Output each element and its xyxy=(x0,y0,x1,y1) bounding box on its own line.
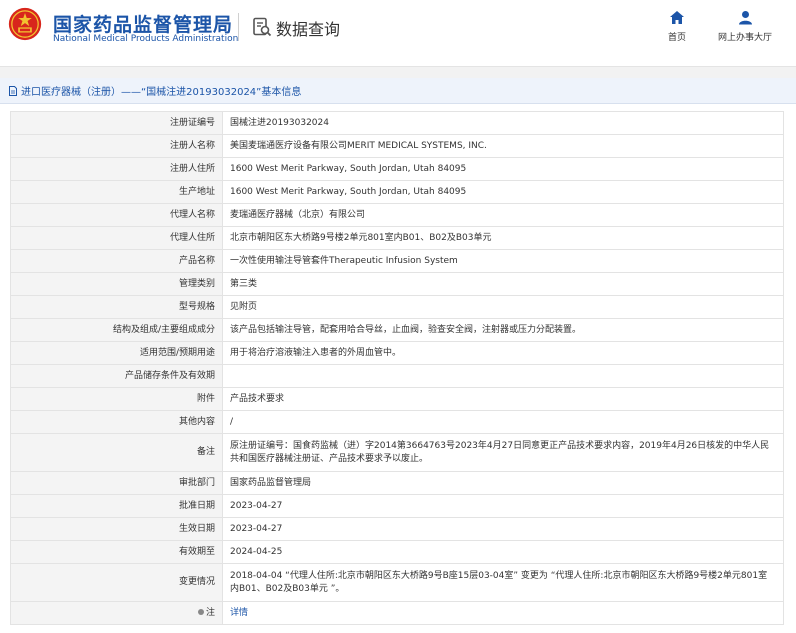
table-row: 备注 原注册证编号：国食药监械（进）字2014第3664763号2023年4月27… xyxy=(10,433,784,472)
record-table-body: 注册证编号 国械注进20193032024 注册人名称 美国麦瑞通医疗设备有限公司M… xyxy=(10,111,784,625)
field-label: 注册人住所 xyxy=(10,157,223,181)
header-divider xyxy=(238,13,239,41)
table-row: 注册人住所 1600 West Merit Parkway, South Jord… xyxy=(10,157,784,181)
table-row: 产品名称 一次性使用输注导管套件Therapeutic Infusion Syst… xyxy=(10,249,784,273)
table-row: 变更情况 2018-04-04 “代理人住所:北京市朝阳区东大桥路9号B座15层0… xyxy=(10,563,784,602)
table-row: 其他内容 / xyxy=(10,410,784,434)
field-label: 审批部门 xyxy=(10,471,223,495)
table-row: 注册人名称 美国麦瑞通医疗设备有限公司MERIT MEDICAL SYSTEMS,… xyxy=(10,134,784,158)
page-title-bar: 进口医疗器械（注册）——“国械注进20193032024”基本信息 xyxy=(0,78,796,104)
user-icon xyxy=(738,11,752,25)
field-value-note: 详情 xyxy=(222,601,784,625)
nav-service-hall-label: 网上办事大厅 xyxy=(717,33,772,43)
field-label-note: 注 xyxy=(10,601,223,625)
field-value xyxy=(222,364,784,388)
nav-home[interactable]: 首页 xyxy=(662,10,692,43)
org-name-en: National Medical Products Administration xyxy=(53,34,239,44)
table-row: 生产地址 1600 West Merit Parkway, South Jorda… xyxy=(10,180,784,204)
home-icon xyxy=(670,11,684,24)
record-table-wrap: 注册证编号 国械注进20193032024 注册人名称 美国麦瑞通医疗设备有限公司M… xyxy=(10,111,784,625)
record-table: 注册证编号 国械注进20193032024 注册人名称 美国麦瑞通医疗设备有限公司M… xyxy=(10,111,784,625)
field-value: 用于将治疗溶液输注入患者的外周血管中。 xyxy=(222,341,784,365)
table-row: 适用范围/预期用途 用于将治疗溶液输注入患者的外周血管中。 xyxy=(10,341,784,365)
section-title: 数据查询 xyxy=(276,20,341,39)
field-value: 国家药品监督管理局 xyxy=(222,471,784,495)
field-label: 注册证编号 xyxy=(10,111,223,135)
field-label: 管理类别 xyxy=(10,272,223,296)
header-band xyxy=(0,66,796,78)
field-label: 代理人名称 xyxy=(10,203,223,227)
field-value: 2023-04-27 xyxy=(222,494,784,518)
field-value: 国械注进20193032024 xyxy=(222,111,784,135)
field-value: 麦瑞通医疗器械（北京）有限公司 xyxy=(222,203,784,227)
field-value: 2024-04-25 xyxy=(222,540,784,564)
field-label: 适用范围/预期用途 xyxy=(10,341,223,365)
table-row: 注册证编号 国械注进20193032024 xyxy=(10,111,784,135)
table-row: 批准日期 2023-04-27 xyxy=(10,494,784,518)
field-value: 产品技术要求 xyxy=(222,387,784,411)
field-label: 产品储存条件及有效期 xyxy=(10,364,223,388)
table-row: 代理人住所 北京市朝阳区东大桥路9号楼2单元801室内B01、B02及B03单元 xyxy=(10,226,784,250)
national-emblem-icon xyxy=(8,7,42,41)
field-label: 备注 xyxy=(10,433,223,472)
field-value: 原注册证编号：国食药监械（进）字2014第3664763号2023年4月27日同… xyxy=(222,433,784,472)
field-label: 附件 xyxy=(10,387,223,411)
field-value: 2023-04-27 xyxy=(222,517,784,541)
field-label: 产品名称 xyxy=(10,249,223,273)
table-row: 结构及组成/主要组成成分 该产品包括输注导管，配套用哈合导丝，止血阀，验查安全阀，… xyxy=(10,318,784,342)
document-icon xyxy=(9,85,17,96)
field-label: 注册人名称 xyxy=(10,134,223,158)
table-row: 生效日期 2023-04-27 xyxy=(10,517,784,541)
table-row: 型号规格 见附页 xyxy=(10,295,784,319)
field-value: 北京市朝阳区东大桥路9号楼2单元801室内B01、B02及B03单元 xyxy=(222,226,784,250)
nav-home-label: 首页 xyxy=(667,33,686,43)
note-label: 注 xyxy=(205,607,215,618)
table-row: 审批部门 国家药品监督管理局 xyxy=(10,471,784,495)
table-row: 有效期至 2024-04-25 xyxy=(10,540,784,564)
table-row: 产品储存条件及有效期 xyxy=(10,364,784,388)
field-label: 代理人住所 xyxy=(10,226,223,250)
field-value: 该产品包括输注导管，配套用哈合导丝，止血阀，验查安全阀，注射器或压力分配装置。 xyxy=(222,318,784,342)
nav-service-hall[interactable]: 网上办事大厅 xyxy=(712,10,778,43)
field-value: 1600 West Merit Parkway, South Jordan, U… xyxy=(222,157,784,181)
field-label: 其他内容 xyxy=(10,410,223,434)
field-label: 有效期至 xyxy=(10,540,223,564)
page-title: 进口医疗器械（注册）——“国械注进20193032024”基本信息 xyxy=(21,87,302,98)
table-row: 附件 产品技术要求 xyxy=(10,387,784,411)
table-row: 注 详情 xyxy=(10,601,784,625)
field-value: / xyxy=(222,410,784,434)
field-label: 结构及组成/主要组成成分 xyxy=(10,318,223,342)
field-value: 1600 West Merit Parkway, South Jordan, U… xyxy=(222,180,784,204)
field-label: 变更情况 xyxy=(10,563,223,602)
details-link[interactable]: 详情 xyxy=(230,608,248,618)
field-value: 一次性使用输注导管套件Therapeutic Infusion System xyxy=(222,249,784,273)
table-row: 代理人名称 麦瑞通医疗器械（北京）有限公司 xyxy=(10,203,784,227)
table-row: 管理类别 第三类 xyxy=(10,272,784,296)
field-label: 批准日期 xyxy=(10,494,223,518)
field-value: 见附页 xyxy=(222,295,784,319)
field-label: 生效日期 xyxy=(10,517,223,541)
field-value: 第三类 xyxy=(222,272,784,296)
field-value: 2018-04-04 “代理人住所:北京市朝阳区东大桥路9号B座15层03-04… xyxy=(222,563,784,602)
field-label: 生产地址 xyxy=(10,180,223,204)
location-pin-icon xyxy=(197,609,204,615)
field-value: 美国麦瑞通医疗设备有限公司MERIT MEDICAL SYSTEMS, INC. xyxy=(222,134,784,158)
field-label: 型号规格 xyxy=(10,295,223,319)
site-header: 国家药品监督管理局 National Medical Products Admi… xyxy=(0,0,796,66)
org-name-cn: 国家药品监督管理局 xyxy=(53,14,234,36)
data-query-icon xyxy=(253,17,272,37)
